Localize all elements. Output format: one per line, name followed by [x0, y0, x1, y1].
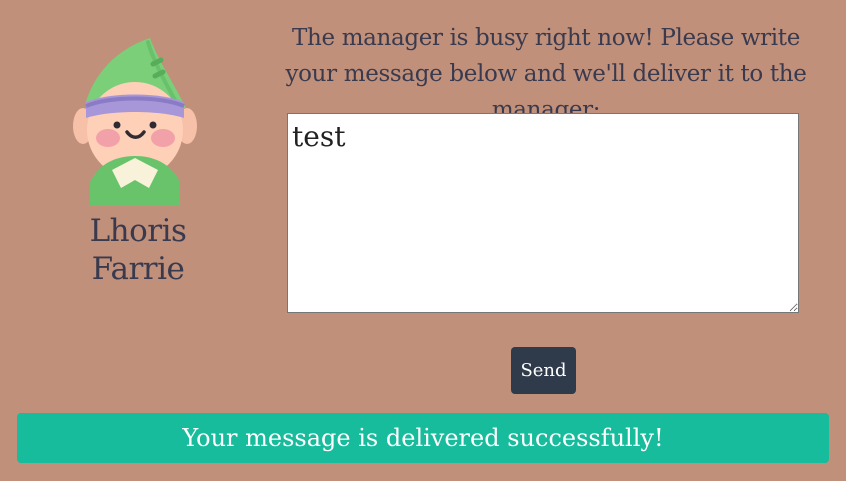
manager-busy-message: The manager is busy right now! Please wr… [285, 25, 807, 123]
message-textarea[interactable]: test [287, 113, 799, 313]
agent-name: Lhoris Farrie [89, 213, 187, 287]
success-banner: Your message is delivered successfully! [17, 413, 829, 463]
elf-avatar-icon [73, 38, 197, 206]
send-button[interactable]: Send [511, 347, 576, 394]
elf-avatar [60, 30, 210, 210]
